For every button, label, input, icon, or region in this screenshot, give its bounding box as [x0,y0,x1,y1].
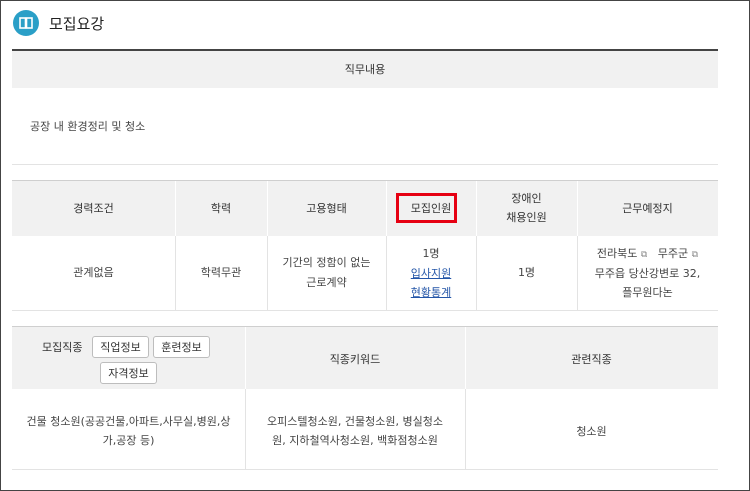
value-education: 학력무관 [200,266,242,279]
conditions-bottom-border [12,310,718,311]
recruit-highlight-box [396,193,457,223]
header-disabled-line2: 채용인원 [506,211,547,224]
value-location-line2: 무주읍 당산강변로 32, [594,267,701,280]
value-keywords-line2: 원, 지하철역사청소원, 백화점청소원 [272,434,438,447]
value-category-line2: 가,공장 등) [102,434,155,447]
value-location-line3: 플무원다논 [622,286,673,299]
value-employment-line2: 근로계약 [306,276,347,289]
header-employment: 고용형태 [306,202,347,215]
header-location: 근무예정지 [622,202,673,215]
apply-stats-link-2[interactable]: 현황통계 [386,283,476,302]
external-link-icon[interactable]: ⧉ [641,250,647,260]
external-link-icon[interactable]: ⧉ [692,250,698,260]
book-icon [13,10,39,36]
value-keywords-line1: 오피스텔청소원, 건물청소원, 병실청소 [267,415,443,428]
header-related: 관련직종 [571,353,612,366]
value-employment-line1: 기간의 정함이 없는 [282,256,371,269]
training-info-button[interactable]: 훈련정보 [153,336,210,358]
license-info-button[interactable]: 자격정보 [100,362,157,384]
value-disabled-count: 1명 [517,266,536,279]
value-related: 청소원 [576,425,607,438]
section-title: 모집요강 [49,14,105,33]
duty-content: 공장 내 환경정리 및 청소 [30,120,146,133]
value-career: 관계없음 [73,266,114,279]
section-header: 모집요강 [13,8,104,38]
header-category: 모집직종 [42,341,83,354]
location-region2[interactable]: 무주군 [658,247,688,260]
value-location-line1: 전라북도 ⧉ 무주군 ⧉ [577,244,718,265]
header-career: 경력조건 [73,202,114,215]
location-region1[interactable]: 전라북도 [597,247,637,260]
header-keywords: 직종키워드 [329,353,381,366]
jobs-bottom-border [12,469,718,470]
apply-stats-link-1[interactable]: 입사지원 [386,264,476,283]
value-recruit-count: 1명 [422,247,440,260]
job-info-button[interactable]: 직업정보 [92,336,149,358]
header-disabled-line1: 장애인 [511,192,542,205]
header-education: 학력 [210,202,232,215]
value-category-line1: 건물 청소원(공공건물,아파트,사무실,병원,상 [26,415,231,428]
duty-divider [12,164,718,165]
duty-header: 직무내용 [344,63,386,76]
